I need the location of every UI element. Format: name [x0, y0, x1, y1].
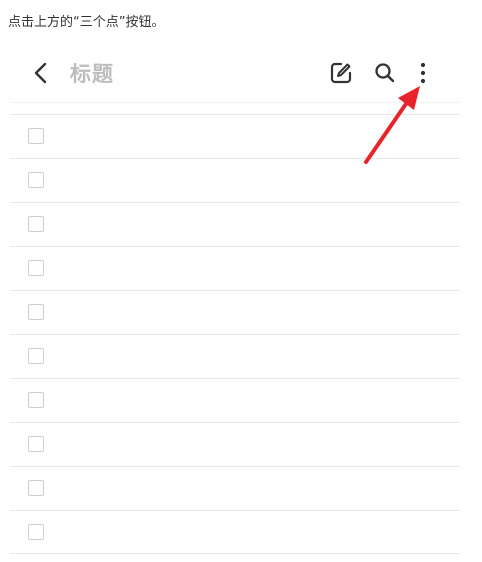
header-divider [10, 102, 460, 103]
page-title: 标题 [70, 62, 114, 86]
checkbox[interactable] [28, 260, 44, 276]
list-item [10, 290, 460, 334]
checkbox[interactable] [28, 524, 44, 540]
checkbox[interactable] [28, 216, 44, 232]
search-button[interactable] [372, 60, 398, 86]
checklist [10, 114, 460, 554]
list-item [10, 378, 460, 422]
chevron-left-icon [34, 62, 47, 84]
list-item [10, 246, 460, 290]
checkbox[interactable] [28, 392, 44, 408]
checkbox[interactable] [28, 172, 44, 188]
checkbox[interactable] [28, 348, 44, 364]
list-item [10, 202, 460, 246]
checkbox[interactable] [28, 304, 44, 320]
more-vertical-icon [420, 62, 426, 84]
list-item [10, 510, 460, 554]
checkbox[interactable] [28, 128, 44, 144]
checkbox[interactable] [28, 480, 44, 496]
list-item [10, 466, 460, 510]
list-item [10, 422, 460, 466]
toolbar: 标题 [10, 48, 460, 98]
more-options-button[interactable] [412, 60, 434, 86]
edit-button[interactable] [328, 60, 354, 86]
checkbox[interactable] [28, 436, 44, 452]
list-item [10, 158, 460, 202]
edit-icon [330, 62, 352, 84]
list-item [10, 334, 460, 378]
instruction-text: 点击上方的“三个点”按钮。 [8, 15, 165, 30]
list-item [10, 114, 460, 158]
back-button[interactable] [30, 60, 54, 86]
search-icon [375, 63, 395, 83]
